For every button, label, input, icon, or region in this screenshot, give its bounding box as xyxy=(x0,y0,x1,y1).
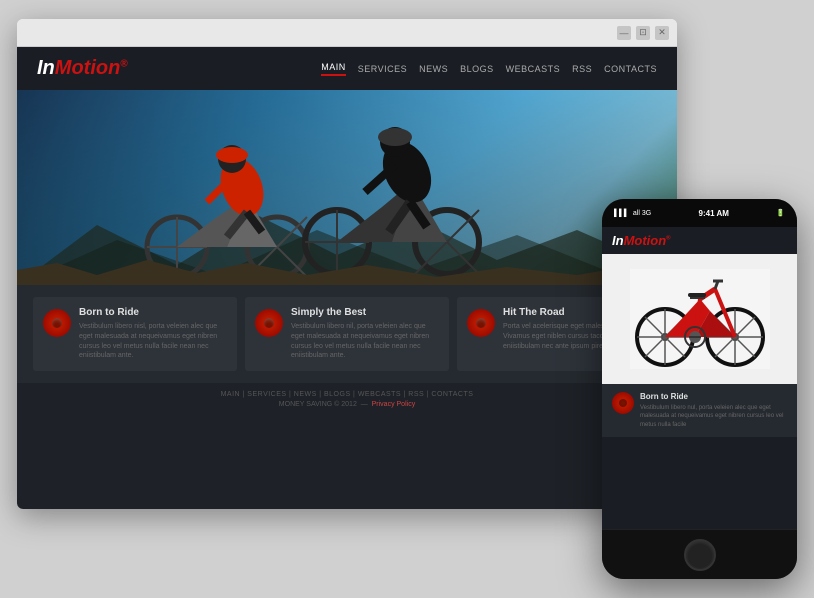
phone-card: Born to Ride Vestibulum libero nul, port… xyxy=(602,384,797,437)
card-icon-3 xyxy=(467,309,495,337)
site-logo: InMotion® xyxy=(37,57,128,80)
card-icon-2 xyxy=(255,309,283,337)
card-title-2: Simply the Best xyxy=(291,307,439,318)
cards-section: Born to Ride Vestibulum libero nisl, por… xyxy=(17,285,677,383)
battery-icon: 🔋 xyxy=(776,209,785,217)
phone-card-text: Born to Ride Vestibulum libero nul, port… xyxy=(640,392,787,429)
phone-card-title: Born to Ride xyxy=(640,392,787,401)
card-title-1: Born to Ride xyxy=(79,307,227,318)
signal-bars: ▌▌▌ xyxy=(614,210,629,217)
phone-site-header: InMotion® xyxy=(602,227,797,254)
phone-logo-motion: Motion xyxy=(624,233,667,248)
browser-content: InMotion® MAIN SERVICES NEWS BLOGS WEBCA… xyxy=(17,47,677,509)
logo-in: In xyxy=(37,57,55,79)
logo-sup: ® xyxy=(120,58,127,69)
footer-nav: MAIN | SERVICES | NEWS | BLOGS | WEBCAST… xyxy=(33,391,661,398)
browser-chrome: — ⊡ ✕ xyxy=(17,19,677,47)
phone-time: 9:41 AM xyxy=(699,209,729,218)
phone-bottom-bar xyxy=(602,529,797,579)
minimize-button[interactable]: — xyxy=(617,26,631,40)
phone-card-body: Vestibulum libero nul, porta veleien ale… xyxy=(640,404,787,429)
phone-site-logo: InMotion® xyxy=(612,233,671,248)
card-born-to-ride: Born to Ride Vestibulum libero nisl, por… xyxy=(33,297,237,371)
footer-copy: MONEY SAVING © 2012 — Privacy Policy xyxy=(33,401,661,408)
network-type: all 3G xyxy=(633,210,651,217)
footer-copy-text: MONEY SAVING © 2012 xyxy=(279,401,357,408)
hero-image xyxy=(17,90,677,285)
home-button[interactable] xyxy=(684,539,716,571)
terrain xyxy=(17,255,677,285)
card-text-2: Simply the Best Vestibulum libero nil, p… xyxy=(291,307,439,361)
nav-services[interactable]: SERVICES xyxy=(358,64,407,74)
card-simply-best: Simply the Best Vestibulum libero nil, p… xyxy=(245,297,449,371)
phone-top-bar: ▌▌▌ all 3G 9:41 AM 🔋 xyxy=(602,199,797,227)
site-header: InMotion® MAIN SERVICES NEWS BLOGS WEBCA… xyxy=(17,47,677,90)
nav-rss[interactable]: RSS xyxy=(572,64,592,74)
maximize-button[interactable]: ⊡ xyxy=(636,26,650,40)
phone-logo-sup: ® xyxy=(666,236,670,242)
browser-window: — ⊡ ✕ InMotion® MAIN SERVICES NEWS BLOGS… xyxy=(17,19,677,509)
footer-privacy-link[interactable]: Privacy Policy xyxy=(372,401,416,408)
nav-news[interactable]: NEWS xyxy=(419,64,448,74)
site-nav: MAIN SERVICES NEWS BLOGS WEBCASTS RSS CO… xyxy=(321,62,657,76)
nav-webcasts[interactable]: WEBCASTS xyxy=(506,64,561,74)
phone-logo-in: In xyxy=(612,233,624,248)
phone-status-left: ▌▌▌ all 3G xyxy=(614,210,651,217)
close-button[interactable]: ✕ xyxy=(655,26,669,40)
phone-battery: 🔋 xyxy=(776,209,785,217)
logo-motion: Motion xyxy=(55,57,121,79)
phone-screen: InMotion® xyxy=(602,227,797,529)
card-body-1: Vestibulum libero nisl, porta veleien al… xyxy=(79,322,227,361)
nav-main[interactable]: MAIN xyxy=(321,62,346,76)
card-body-2: Vestibulum libero nil, porta veleien ale… xyxy=(291,322,439,361)
phone-hero xyxy=(602,254,797,384)
nav-contacts[interactable]: CONTACTS xyxy=(604,64,657,74)
mobile-phone: ▌▌▌ all 3G 9:41 AM 🔋 InMotion® xyxy=(602,199,797,579)
card-icon-1 xyxy=(43,309,71,337)
card-text-1: Born to Ride Vestibulum libero nisl, por… xyxy=(79,307,227,361)
site-footer: MAIN | SERVICES | NEWS | BLOGS | WEBCAST… xyxy=(17,383,677,416)
phone-card-icon xyxy=(612,392,634,414)
nav-blogs[interactable]: BLOGS xyxy=(460,64,494,74)
bike-image xyxy=(630,269,770,369)
scene: — ⊡ ✕ InMotion® MAIN SERVICES NEWS BLOGS… xyxy=(17,19,797,579)
